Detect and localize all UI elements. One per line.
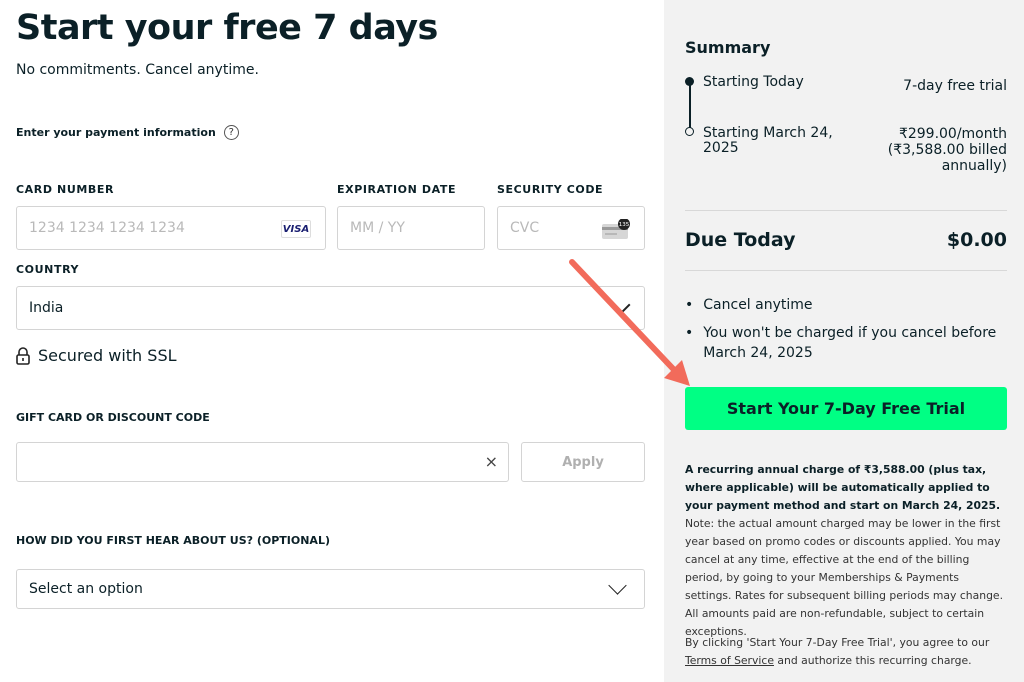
starting-date-label: Starting March 24, 2025 bbox=[703, 126, 833, 156]
expiration-placeholder: MM / YY bbox=[350, 220, 405, 236]
monthly-price-line1: ₹299.00/month bbox=[898, 126, 1007, 142]
legal-rest-text: Note: the actual amount charged may be l… bbox=[685, 517, 1004, 638]
agreement-text-end: and authorize this recurring charge. bbox=[773, 654, 972, 667]
timeline-dot-empty bbox=[685, 127, 694, 136]
bullet-text: Cancel anytime bbox=[703, 297, 813, 313]
page-subtitle: No commitments. Cancel anytime. bbox=[16, 62, 259, 78]
starting-today-label: Starting Today bbox=[703, 74, 804, 90]
country-select[interactable]: India bbox=[16, 286, 645, 330]
cvc-placeholder: CVC bbox=[510, 220, 540, 236]
bullet-text-line2: March 24, 2025 bbox=[703, 345, 813, 361]
bullet-cancel-anytime: • Cancel anytime bbox=[685, 295, 1007, 315]
monthly-price: ₹299.00/month (₹3,588.00 billed annually… bbox=[888, 126, 1007, 174]
card-number-input[interactable]: 1234 1234 1234 1234 VISA bbox=[16, 206, 326, 250]
legal-bold-text: A recurring annual charge of ₹3,588.00 (… bbox=[685, 463, 1001, 512]
ssl-text: Secured with SSL bbox=[38, 346, 177, 365]
gift-card-label: GIFT CARD OR DISCOUNT CODE bbox=[16, 411, 210, 424]
card-number-label: CARD NUMBER bbox=[16, 183, 115, 196]
apply-button[interactable]: Apply bbox=[521, 442, 645, 482]
chevron-down-icon bbox=[608, 576, 627, 595]
country-label: COUNTRY bbox=[16, 263, 80, 276]
clear-icon[interactable]: × bbox=[485, 452, 498, 471]
checkout-form-panel: Start your free 7 days No commitments. C… bbox=[0, 0, 664, 682]
page-title: Start your free 7 days bbox=[16, 8, 438, 48]
due-today-label: Due Today bbox=[685, 229, 796, 251]
card-number-placeholder: 1234 1234 1234 1234 bbox=[29, 220, 185, 236]
due-today-value: $0.00 bbox=[946, 229, 1007, 251]
monthly-price-line2: (₹3,588.00 billed bbox=[887, 142, 1007, 158]
discount-code-input[interactable]: × bbox=[16, 442, 509, 482]
bullet-text: You won't be charged if you cancel befor… bbox=[703, 323, 996, 363]
bullet-dot: • bbox=[685, 297, 694, 313]
hear-about-label: HOW DID YOU FIRST HEAR ABOUT US? (OPTION… bbox=[16, 534, 330, 547]
agreement-text: By clicking 'Start Your 7-Day Free Trial… bbox=[685, 636, 990, 649]
expiration-date-label: EXPIRATION DATE bbox=[337, 183, 457, 196]
cvc-badge-text: 135 bbox=[619, 222, 630, 228]
security-code-input[interactable]: CVC 135 bbox=[497, 206, 645, 250]
hear-about-value: Select an option bbox=[29, 581, 143, 597]
chevron-down-icon bbox=[613, 296, 631, 314]
starting-date-line1: Starting March 24, bbox=[703, 125, 833, 141]
bullet-no-charge: • You won't be charged if you cancel bef… bbox=[685, 323, 1007, 363]
country-value: India bbox=[29, 300, 64, 316]
expiration-date-input[interactable]: MM / YY bbox=[337, 206, 485, 250]
payment-section-label: Enter your payment information ? bbox=[16, 125, 239, 140]
summary-title: Summary bbox=[685, 38, 771, 57]
payment-info-text: Enter your payment information bbox=[16, 126, 216, 139]
summary-divider bbox=[685, 270, 1007, 271]
visa-card-icon: VISA bbox=[281, 220, 311, 238]
bullet-text-line1: You won't be charged if you cancel befor… bbox=[703, 325, 997, 341]
lock-icon bbox=[16, 346, 30, 365]
hear-about-select[interactable]: Select an option bbox=[16, 569, 645, 609]
bullet-dot: • bbox=[685, 325, 694, 341]
agreement-notice: By clicking 'Start Your 7-Day Free Trial… bbox=[685, 634, 1007, 670]
monthly-price-line3: annually) bbox=[941, 158, 1007, 174]
terms-of-service-link[interactable]: Terms of Service bbox=[685, 654, 774, 667]
ssl-notice: Secured with SSL bbox=[16, 346, 177, 365]
timeline-line bbox=[688, 84, 691, 128]
start-free-trial-button[interactable]: Start Your 7-Day Free Trial bbox=[685, 387, 1007, 430]
security-code-label: SECURITY CODE bbox=[497, 183, 604, 196]
help-icon[interactable]: ? bbox=[223, 125, 239, 140]
summary-divider bbox=[685, 210, 1007, 211]
starting-date-line2: 2025 bbox=[703, 140, 739, 156]
cvc-card-icon: 135 bbox=[602, 219, 630, 239]
free-trial-value: 7-day free trial bbox=[903, 78, 1007, 94]
legal-notice: A recurring annual charge of ₹3,588.00 (… bbox=[685, 461, 1007, 641]
